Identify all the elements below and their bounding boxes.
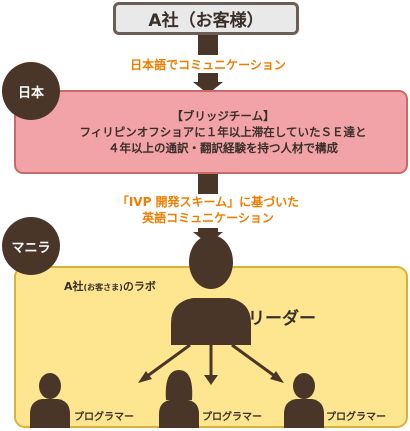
leader-person-icon bbox=[171, 235, 251, 345]
programmer-person-icon bbox=[284, 373, 324, 428]
programmer-person-icon bbox=[159, 370, 199, 428]
region-badge-manila: マニラ bbox=[2, 217, 60, 275]
programmer-person-icon bbox=[30, 373, 70, 428]
leader-to-programmer-arrows bbox=[138, 343, 284, 385]
